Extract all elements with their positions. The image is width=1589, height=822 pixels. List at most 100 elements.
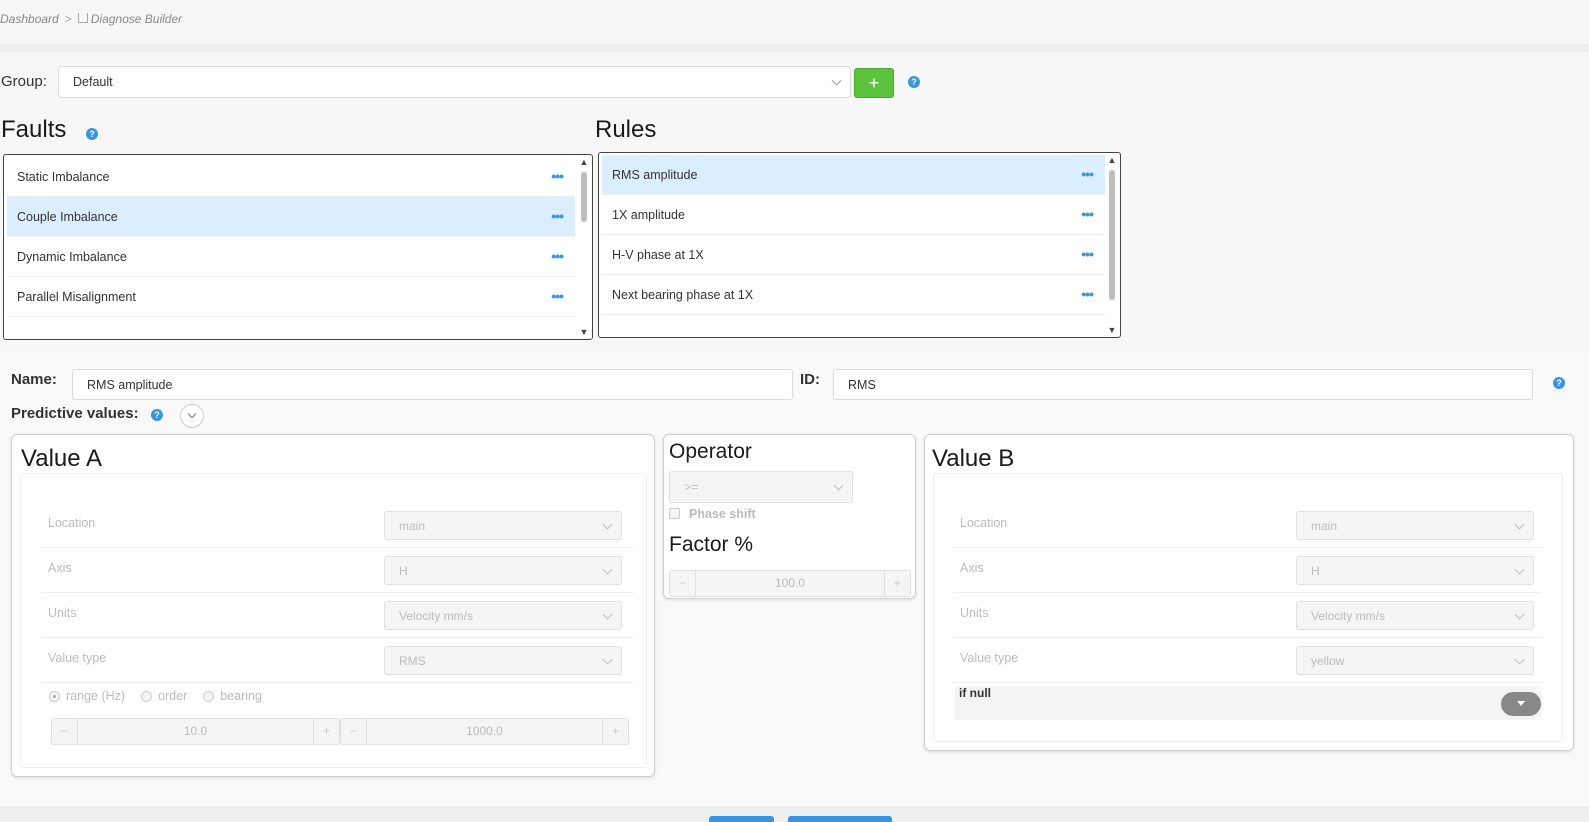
fault-item-label: Dynamic Imbalance	[17, 249, 127, 264]
rule-item[interactable]: 1X amplitude •••	[602, 195, 1105, 235]
range-to-stepper[interactable]: − 1000.0 +	[340, 718, 629, 745]
order-radio[interactable]	[141, 690, 153, 702]
value-type-label: Value type	[960, 651, 1019, 665]
if-null-row: if null	[955, 686, 1541, 720]
chevron-down-icon	[1514, 609, 1525, 620]
decrement-button[interactable]: −	[341, 719, 367, 744]
value-a-value-type-row: Value type RMS	[41, 637, 634, 683]
phase-shift-checkbox[interactable]	[669, 508, 680, 519]
fault-item[interactable]: Parallel Misalignment •••	[7, 277, 575, 317]
units-select[interactable]: Velocity mm/s	[1296, 601, 1534, 630]
scroll-down-icon[interactable]: ▼	[579, 328, 589, 337]
help-icon[interactable]: ?	[151, 409, 163, 421]
factor-value[interactable]: 100.0	[696, 571, 884, 596]
more-icon[interactable]: •••	[551, 248, 564, 264]
range-from-value[interactable]: 10.0	[78, 719, 313, 744]
rule-item-label: H-V phase at 1X	[612, 247, 704, 262]
rule-item-selected[interactable]: RMS amplitude •••	[602, 155, 1105, 195]
value-type-select-value: RMS	[399, 653, 426, 668]
header-divider	[0, 44, 1589, 52]
faults-scrollbar[interactable]: ▲ ▼	[578, 157, 590, 337]
decrement-button[interactable]: −	[670, 571, 696, 596]
rules-title: Rules	[595, 116, 657, 143]
if-null-dropdown-button[interactable]	[1501, 692, 1541, 716]
add-group-button[interactable]: +	[854, 68, 894, 98]
collapse-toggle-button[interactable]	[180, 404, 204, 428]
more-icon[interactable]: •••	[551, 288, 564, 304]
scroll-up-icon[interactable]: ▲	[579, 158, 589, 167]
name-input[interactable]: RMS amplitude	[72, 369, 793, 400]
operator-select-value: >=	[684, 480, 699, 494]
location-select[interactable]: main	[1296, 511, 1534, 540]
scroll-thumb[interactable]	[1109, 170, 1115, 300]
bearing-radio-label: bearing	[220, 689, 262, 703]
fault-item-selected[interactable]: Couple Imbalance •••	[7, 197, 575, 237]
fault-item-label: Parallel Misalignment	[17, 289, 136, 304]
units-select-value: Velocity mm/s	[1311, 608, 1386, 623]
range-mode-radios: range (Hz) order bearing	[49, 689, 272, 703]
factor-title: Factor %	[669, 533, 754, 556]
location-label: Location	[960, 516, 1008, 530]
save-button[interactable]	[709, 816, 774, 822]
help-icon[interactable]: ?	[908, 76, 920, 88]
more-icon[interactable]: •••	[551, 208, 564, 224]
id-input[interactable]: RMS	[833, 369, 1533, 400]
breadcrumb-current-label: Diagnose Builder	[90, 12, 183, 26]
more-icon[interactable]: •••	[1081, 206, 1094, 222]
range-radio[interactable]	[49, 690, 60, 702]
value-type-label: Value type	[48, 651, 107, 665]
factor-stepper[interactable]: − 100.0 +	[669, 570, 911, 597]
axis-select[interactable]: H	[384, 556, 622, 585]
name-label: Name:	[11, 371, 57, 388]
value-b-axis-row: Axis H	[953, 547, 1541, 593]
faults-list[interactable]: Static Imbalance ••• Couple Imbalance ••…	[3, 154, 593, 340]
rules-scrollbar[interactable]: ▲ ▼	[1106, 155, 1118, 335]
fault-item-label: Couple Imbalance	[17, 209, 118, 224]
breadcrumb-dashboard-link[interactable]: Dashboard	[0, 12, 59, 26]
scroll-thumb[interactable]	[581, 172, 587, 222]
value-type-select-value: yellow	[1311, 653, 1345, 668]
breadcrumb: Dashboard > Diagnose Builder	[0, 12, 182, 26]
group-row: Group: Default + ?	[0, 66, 1589, 100]
more-icon[interactable]: •••	[1081, 166, 1094, 182]
fault-item[interactable]: Dynamic Imbalance •••	[7, 237, 575, 277]
bearing-radio[interactable]	[203, 690, 215, 702]
fault-item[interactable]: Static Imbalance •••	[7, 157, 575, 197]
range-from-stepper[interactable]: − 10.0 +	[51, 718, 340, 745]
chevron-down-icon	[1514, 564, 1525, 575]
location-select[interactable]: main	[384, 511, 622, 540]
group-select[interactable]: Default	[58, 66, 851, 98]
breadcrumb-separator: >	[64, 12, 72, 26]
value-type-select[interactable]: yellow	[1296, 646, 1534, 675]
scroll-up-icon[interactable]: ▲	[1107, 156, 1117, 165]
more-icon[interactable]: •••	[1081, 286, 1094, 302]
more-icon[interactable]: •••	[1081, 246, 1094, 262]
value-type-select[interactable]: RMS	[384, 646, 622, 675]
group-label: Group:	[1, 73, 47, 90]
value-b-location-row: Location main	[953, 502, 1541, 548]
rule-item-label: RMS amplitude	[612, 167, 698, 182]
operator-select[interactable]: >=	[669, 471, 853, 503]
units-select[interactable]: Velocity mm/s	[384, 601, 622, 630]
fault-item-label: Static Imbalance	[17, 169, 110, 184]
increment-button[interactable]: +	[313, 719, 339, 744]
increment-button[interactable]: +	[884, 571, 910, 596]
axis-select[interactable]: H	[1296, 556, 1534, 585]
chevron-down-icon	[833, 480, 844, 491]
help-icon[interactable]: ?	[1553, 377, 1565, 389]
value-a-axis-row: Axis H	[41, 547, 634, 593]
value-b-title: Value B	[932, 445, 1015, 472]
scroll-down-icon[interactable]: ▼	[1107, 326, 1117, 335]
range-to-value[interactable]: 1000.0	[367, 719, 602, 744]
faults-help-icon[interactable]: ?	[86, 128, 98, 140]
chevron-down-icon	[602, 654, 613, 665]
rule-item[interactable]: H-V phase at 1X •••	[602, 235, 1105, 275]
rules-list[interactable]: RMS amplitude ••• 1X amplitude ••• H-V p…	[598, 152, 1121, 338]
decrement-button[interactable]: −	[52, 719, 78, 744]
more-icon[interactable]: •••	[551, 168, 564, 184]
action-button[interactable]	[788, 816, 892, 822]
increment-button[interactable]: +	[602, 719, 628, 744]
rule-item[interactable]: Next bearing phase at 1X •••	[602, 275, 1105, 315]
units-select-value: Velocity mm/s	[399, 608, 474, 623]
value-b-value-type-row: Value type yellow	[953, 637, 1541, 683]
